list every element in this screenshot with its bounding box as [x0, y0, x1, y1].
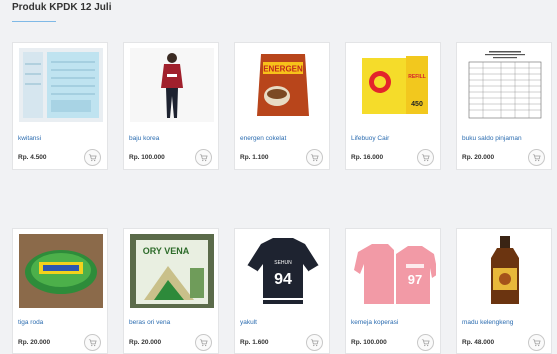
product-image-lifebuoy[interactable]: REFILL 450: [352, 48, 436, 122]
product-image-baju-korea[interactable]: [130, 48, 214, 122]
product-card[interactable]: kwitansi Rp. 4.500: [12, 42, 108, 170]
product-price: Rp. 16.000: [351, 154, 384, 161]
add-to-cart-button[interactable]: [417, 149, 434, 166]
product-price: Rp. 20.000: [18, 339, 51, 346]
product-card[interactable]: ORY VENA beras ori vena Rp. 20.000: [123, 228, 219, 354]
add-to-cart-button[interactable]: [528, 334, 545, 351]
add-to-cart-button[interactable]: [306, 334, 323, 351]
product-image-buku-saldo[interactable]: [463, 48, 547, 122]
rice-brand-label: ORY VENA: [143, 246, 190, 256]
product-price: Rp. 48.000: [462, 339, 495, 346]
product-price: Rp. 1.100: [240, 154, 269, 161]
product-image-yakult[interactable]: SEHUN 94: [241, 234, 325, 308]
add-to-cart-button[interactable]: [195, 334, 212, 351]
product-image-energen[interactable]: ENERGEN: [241, 48, 325, 122]
title-underline: [12, 21, 56, 22]
cart-icon: [199, 154, 208, 162]
add-to-cart-button[interactable]: [195, 149, 212, 166]
product-name-link[interactable]: Lifebuoy Cair: [351, 135, 389, 142]
cart-icon: [310, 339, 319, 347]
product-name-link[interactable]: yakult: [240, 319, 257, 326]
product-name-link[interactable]: tiga roda: [18, 319, 43, 326]
product-card[interactable]: tiga roda Rp. 20.000: [12, 228, 108, 354]
add-to-cart-button[interactable]: [84, 149, 101, 166]
product-card[interactable]: 97 kemeja koperasi Rp. 100.000: [345, 228, 441, 354]
product-card[interactable]: SEHUN 94 yakult Rp. 1.600: [234, 228, 330, 354]
product-card[interactable]: baju korea Rp. 100.000: [123, 42, 219, 170]
sweater-lettering: SEHUN: [274, 260, 292, 266]
product-card[interactable]: madu kelengkeng Rp. 48.000: [456, 228, 552, 354]
product-image-beras[interactable]: ORY VENA: [130, 234, 214, 308]
cart-icon: [88, 339, 97, 347]
product-price: Rp. 1.600: [240, 339, 269, 346]
refill-label: REFILL: [408, 74, 426, 80]
product-card[interactable]: ENERGEN energen cokelat Rp. 1.100: [234, 42, 330, 170]
page-title: Produk KPDK 12 Juli: [12, 2, 112, 13]
product-name-link[interactable]: buku saldo pinjaman: [462, 135, 522, 142]
product-image-kemeja[interactable]: 97: [352, 234, 436, 308]
product-name-link[interactable]: energen cokelat: [240, 135, 286, 142]
product-price: Rp. 20.000: [462, 154, 495, 161]
energen-label: ENERGEN: [263, 65, 303, 74]
cart-icon: [421, 339, 430, 347]
sweater-number: 97: [408, 272, 422, 287]
product-name-link[interactable]: madu kelengkeng: [462, 319, 513, 326]
product-price: Rp. 20.000: [129, 339, 162, 346]
cart-icon: [532, 154, 541, 162]
product-name-link[interactable]: kemeja koperasi: [351, 319, 398, 326]
volume-label: 450: [411, 101, 423, 108]
product-image-kwitansi[interactable]: [19, 48, 103, 122]
cart-icon: [532, 339, 541, 347]
product-price: Rp. 100.000: [129, 154, 165, 161]
product-card[interactable]: REFILL 450 Lifebuoy Cair Rp. 16.000: [345, 42, 441, 170]
add-to-cart-button[interactable]: [306, 149, 323, 166]
cart-icon: [199, 339, 208, 347]
page-header: Produk KPDK 12 Juli: [0, 0, 557, 22]
add-to-cart-button[interactable]: [417, 334, 434, 351]
product-name-link[interactable]: baju korea: [129, 135, 159, 142]
product-image-madu[interactable]: [463, 234, 547, 308]
product-name-link[interactable]: beras ori vena: [129, 319, 170, 326]
product-price: Rp. 100.000: [351, 339, 387, 346]
product-price: Rp. 4.500: [18, 154, 47, 161]
cart-icon: [421, 154, 430, 162]
cart-icon: [310, 154, 319, 162]
add-to-cart-button[interactable]: [528, 149, 545, 166]
product-card[interactable]: buku saldo pinjaman Rp. 20.000: [456, 42, 552, 170]
jersey-number: 94: [274, 271, 292, 288]
add-to-cart-button[interactable]: [84, 334, 101, 351]
product-name-link[interactable]: kwitansi: [18, 135, 41, 142]
cart-icon: [88, 154, 97, 162]
product-image-tiga-roda[interactable]: [19, 234, 103, 308]
